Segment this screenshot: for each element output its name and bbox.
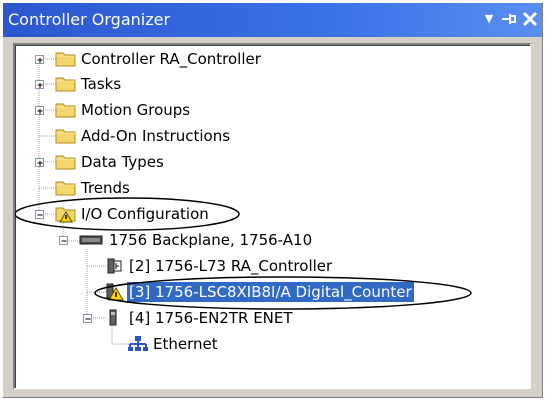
tree-item-motion-groups[interactable]: Motion Groups — [15, 98, 529, 122]
title-bar: Controller Organizer ▼ — [3, 3, 542, 37]
close-icon[interactable] — [520, 9, 540, 29]
ethernet-module-icon — [103, 309, 125, 327]
tree-item-label: Controller RA_Controller — [81, 50, 261, 68]
expand-icon[interactable] — [35, 158, 44, 167]
pin-icon[interactable] — [500, 9, 518, 29]
tree-item-tasks[interactable]: Tasks — [15, 72, 529, 96]
window-title: Controller Organizer — [8, 10, 171, 29]
tree-item-add-on-instructions[interactable]: Add-On Instructions — [15, 124, 529, 148]
collapse-icon[interactable] — [83, 314, 92, 323]
tree-item-module-slot-3[interactable]: [3] 1756-LSC8XIB8I/A Digital_Counter — [15, 280, 529, 304]
tree-item-ethernet[interactable]: Ethernet — [15, 332, 529, 356]
tree-item-label: 1756 Backplane, 1756-A10 — [109, 231, 313, 249]
backplane-icon — [79, 231, 103, 249]
folder-icon — [55, 50, 77, 68]
tree-item-label: [4] 1756-EN2TR ENET — [129, 309, 293, 327]
network-icon — [127, 335, 149, 353]
folder-icon — [55, 75, 77, 93]
dropdown-menu-icon[interactable]: ▼ — [480, 9, 498, 29]
folder-warning-icon — [55, 205, 77, 223]
tree-item-module-slot-2[interactable]: [2] 1756-L73 RA_Controller — [15, 254, 529, 278]
tree-item-data-types[interactable]: Data Types — [15, 150, 529, 174]
tree-item-controller[interactable]: Controller RA_Controller — [15, 47, 529, 71]
tree-item-label: Trends — [81, 179, 130, 197]
folder-icon — [55, 153, 77, 171]
tree-item-trends[interactable]: Trends — [15, 176, 529, 200]
expand-icon[interactable] — [35, 55, 44, 64]
controller-organizer-panel: Controller Organizer ▼ Controller RA_Con… — [2, 2, 543, 398]
folder-icon — [55, 127, 77, 145]
tree-item-label: Motion Groups — [81, 101, 191, 119]
expand-icon[interactable] — [35, 106, 44, 115]
tree-item-label: Data Types — [81, 153, 164, 171]
tree-item-label: I/O Configuration — [81, 205, 209, 223]
tree-item-label: Add-On Instructions — [81, 127, 231, 145]
collapse-icon[interactable] — [59, 236, 68, 245]
tree-item-io-configuration[interactable]: I/O Configuration — [15, 202, 529, 226]
tree-item-label: Ethernet — [153, 335, 218, 353]
tree-item-backplane[interactable]: 1756 Backplane, 1756-A10 — [15, 228, 529, 252]
folder-icon — [55, 179, 77, 197]
tree-item-module-slot-4[interactable]: [4] 1756-EN2TR ENET — [15, 306, 529, 330]
organizer-tree[interactable]: Controller RA_Controller Tasks Motion Gr… — [13, 43, 531, 389]
tree-item-label: [2] 1756-L73 RA_Controller — [129, 257, 333, 275]
controller-module-icon — [103, 257, 125, 275]
tree-item-label: [3] 1756-LSC8XIB8I/A Digital_Counter — [127, 282, 414, 302]
collapse-icon[interactable] — [35, 210, 44, 219]
folder-icon — [55, 101, 77, 119]
module-warning-icon — [103, 283, 125, 301]
tree-item-label: Tasks — [81, 75, 122, 93]
expand-icon[interactable] — [35, 80, 44, 89]
